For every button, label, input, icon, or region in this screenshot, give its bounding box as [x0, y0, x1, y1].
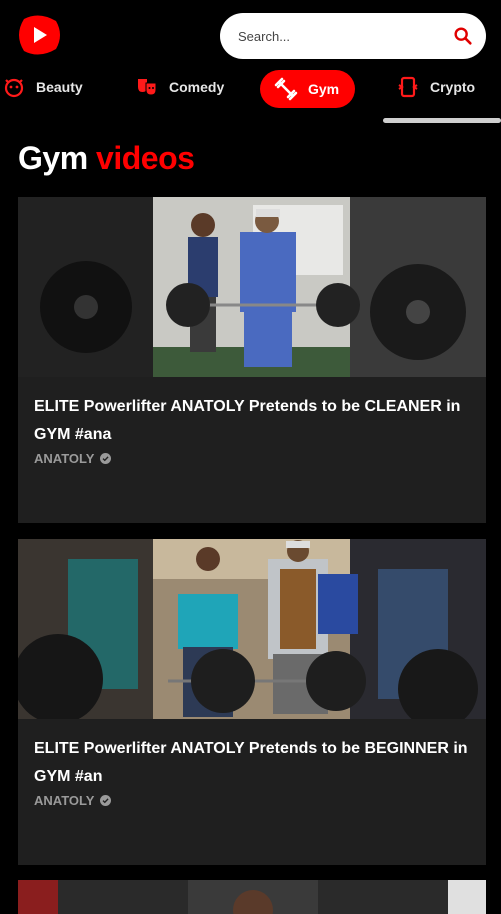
video-card[interactable]: ELITE Powerlifter ANATOLY Pretends to be…: [18, 539, 486, 865]
verified-icon: [100, 795, 112, 806]
category-bar: Beauty Comedy Gym Crypto: [0, 68, 501, 108]
category-comedy-label: Comedy: [169, 79, 225, 95]
video-thumbnail[interactable]: [18, 197, 486, 377]
video-thumbnail-image: [18, 197, 486, 377]
search-icon[interactable]: [452, 25, 474, 47]
logo[interactable]: [16, 13, 62, 57]
header: [0, 0, 501, 70]
crypto-icon: [398, 76, 418, 98]
channel-info[interactable]: ANATOLY: [34, 793, 112, 808]
category-gym[interactable]: Gym: [260, 70, 356, 108]
video-card[interactable]: ELITE Powerlifter ANATOLY Pretends to be…: [18, 197, 486, 523]
video-thumbnail-image: [18, 539, 486, 719]
video-thumbnail-image: [18, 880, 486, 914]
category-gym-label: Gym: [308, 81, 340, 97]
page-title-main: Gym: [18, 140, 88, 176]
comedy-masks-icon: [138, 79, 157, 96]
play-logo-icon: [19, 15, 60, 55]
video-thumbnail[interactable]: [18, 880, 486, 914]
video-title[interactable]: ELITE Powerlifter ANATOLY Pretends to be…: [34, 735, 474, 791]
page-title: Gym videos: [18, 140, 195, 177]
beauty-icon: [4, 78, 24, 98]
search-input[interactable]: [238, 28, 452, 44]
verified-icon: [100, 453, 112, 464]
channel-info[interactable]: ANATOLY: [34, 451, 112, 466]
video-thumbnail[interactable]: [18, 539, 486, 719]
channel-name[interactable]: ANATOLY: [34, 793, 94, 808]
search-box[interactable]: [220, 13, 486, 59]
video-title[interactable]: ELITE Powerlifter ANATOLY Pretends to be…: [34, 393, 474, 449]
category-beauty-label: Beauty: [36, 79, 83, 95]
page-title-accent: videos: [96, 140, 195, 176]
category-comedy[interactable]: Comedy: [135, 68, 224, 106]
category-crypto-label: Crypto: [430, 79, 476, 95]
category-scrollbar[interactable]: [383, 118, 501, 123]
dumbbell-icon: [274, 77, 298, 101]
category-crypto[interactable]: Crypto: [396, 68, 475, 106]
channel-name[interactable]: ANATOLY: [34, 451, 94, 466]
category-beauty[interactable]: Beauty: [2, 68, 83, 106]
